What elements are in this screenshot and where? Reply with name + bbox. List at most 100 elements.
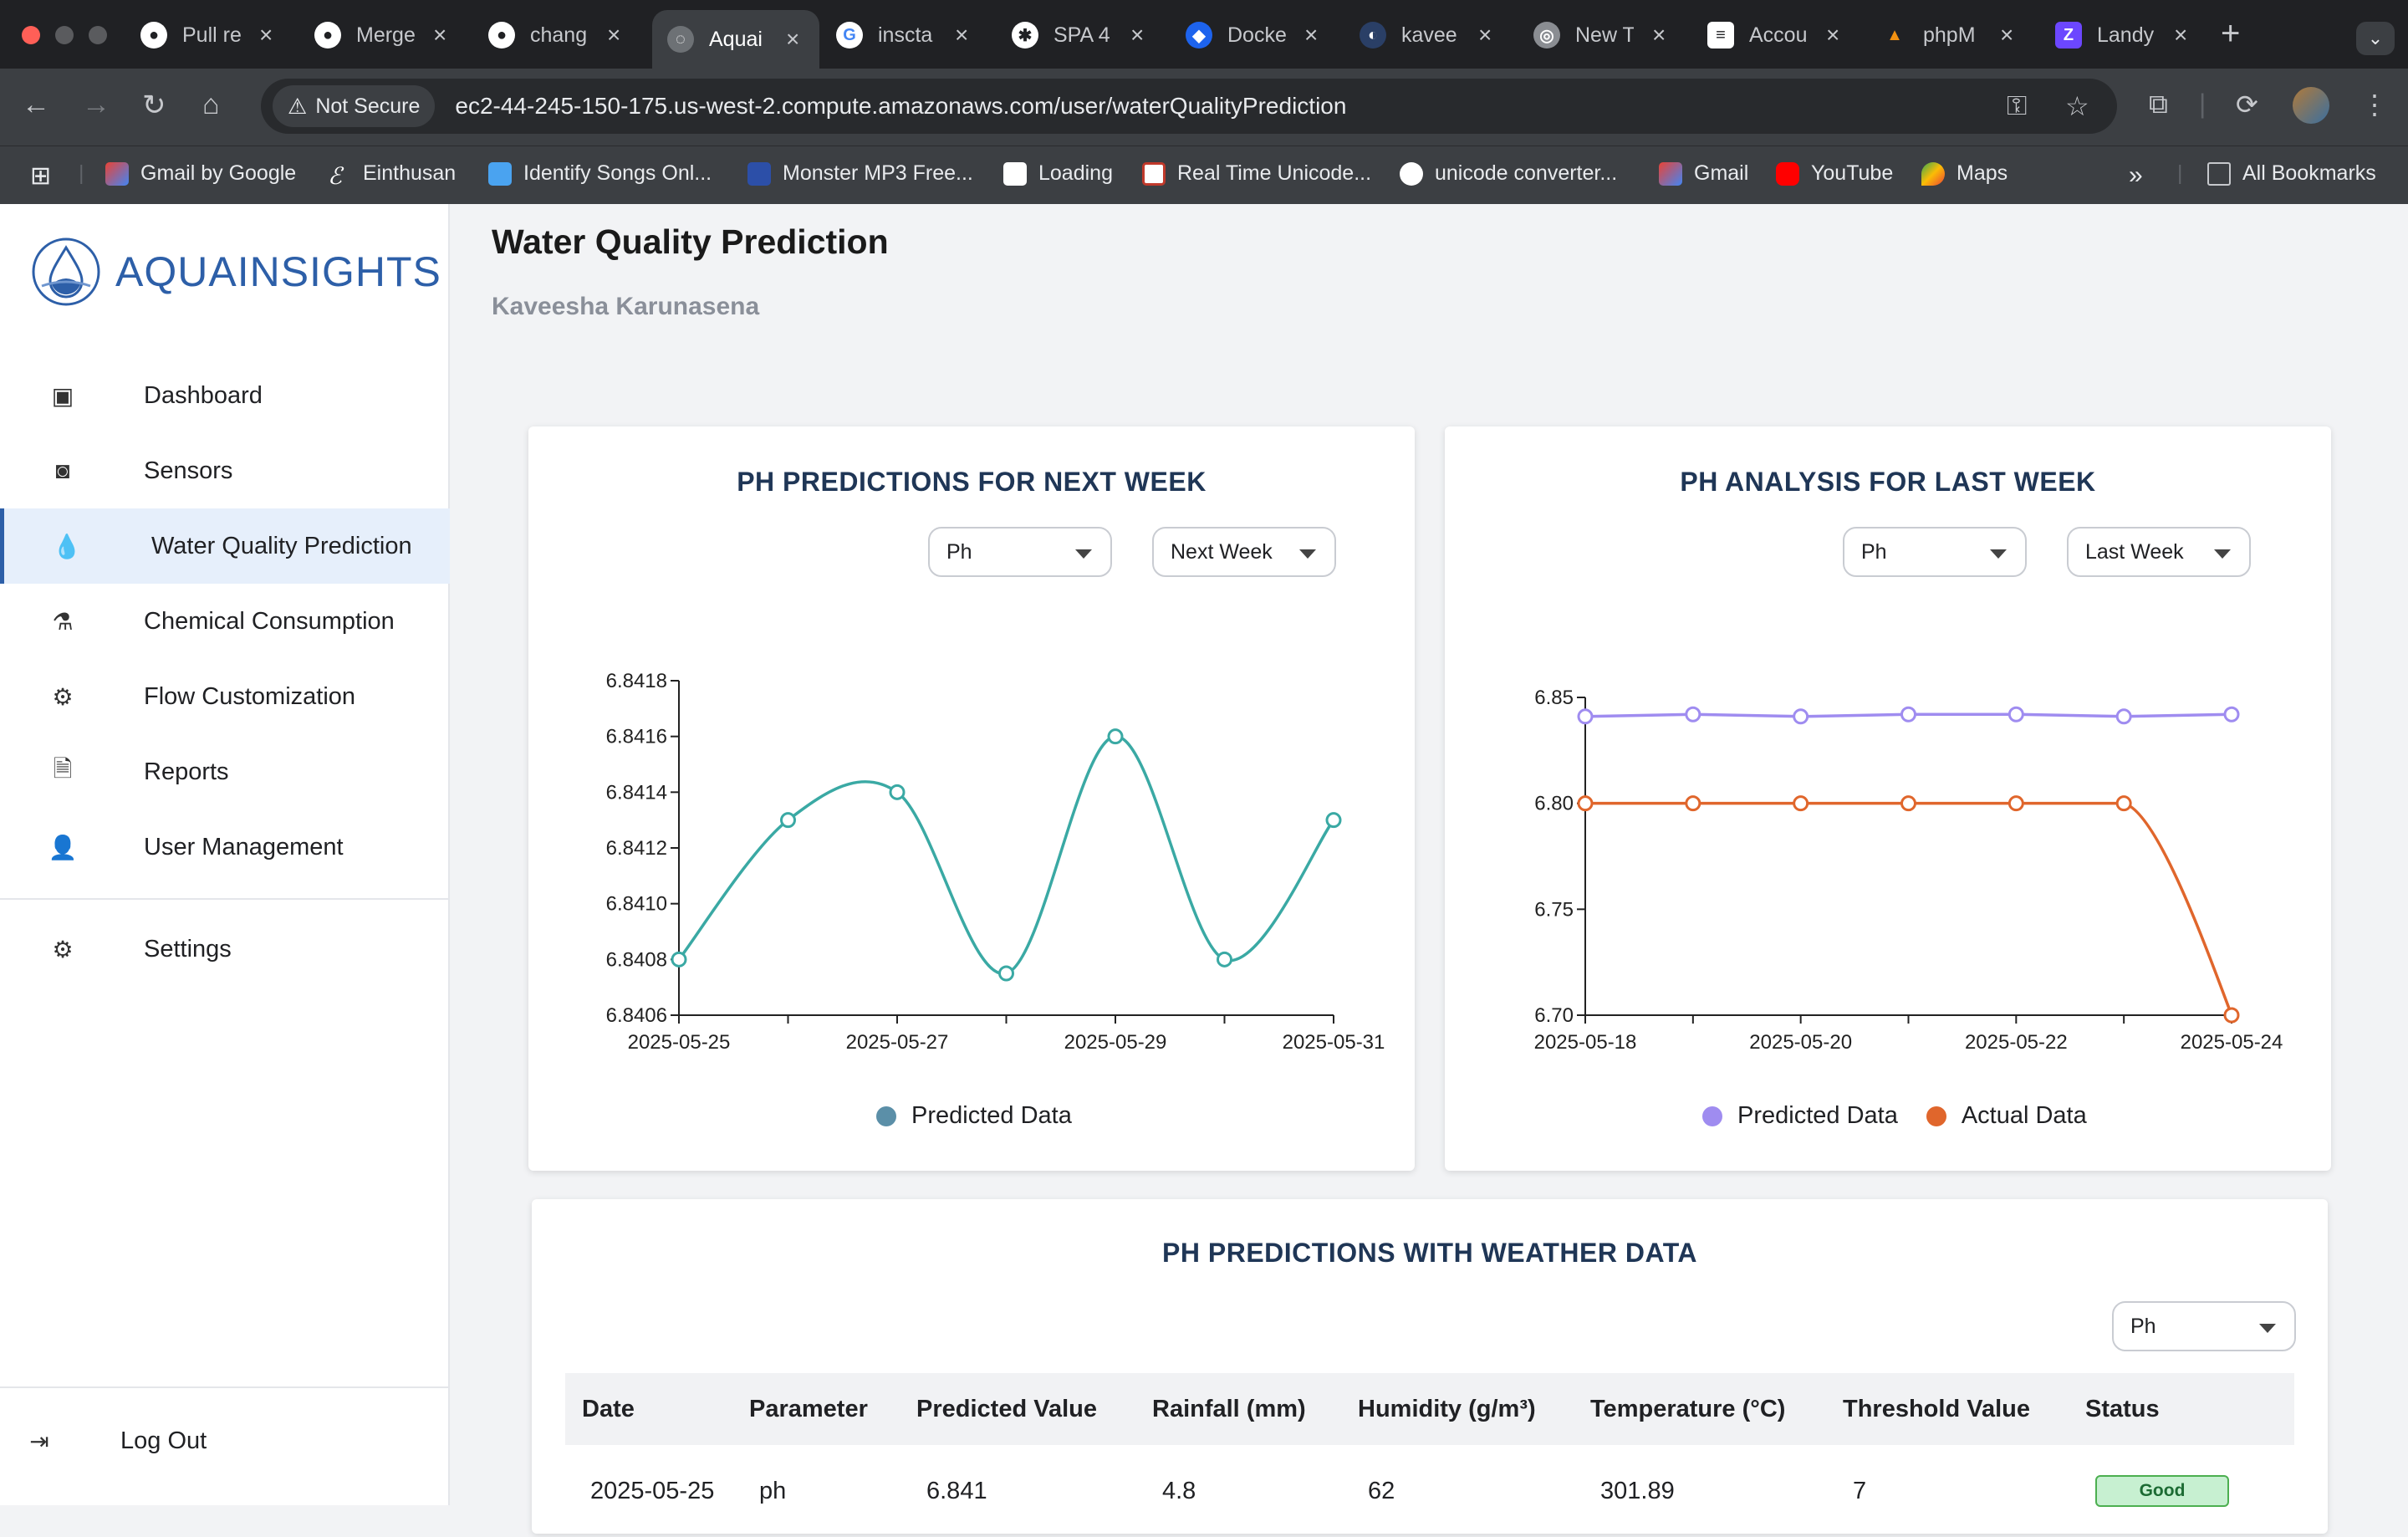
parameter-select[interactable]: Ph bbox=[1843, 527, 2027, 577]
data-point[interactable] bbox=[1900, 706, 1916, 723]
reload-button[interactable]: ↻ bbox=[142, 89, 166, 122]
data-point[interactable] bbox=[1793, 795, 1809, 812]
close-window-button[interactable] bbox=[22, 26, 40, 44]
browser-tab[interactable]: ◎ New T × bbox=[1533, 10, 1684, 60]
bookmark-item[interactable]: Real Time Unicode... bbox=[1142, 161, 1371, 186]
sidebar-item-settings[interactable]: ⚙ Settings bbox=[0, 911, 450, 987]
close-tab-icon[interactable]: × bbox=[2000, 22, 2013, 49]
bookmark-item[interactable]: Gmail bbox=[1659, 161, 1748, 186]
period-select[interactable]: Next Week bbox=[1152, 527, 1336, 577]
legend-item[interactable]: Actual Data bbox=[1926, 1102, 2087, 1130]
bookmark-item[interactable]: Loading bbox=[1003, 161, 1113, 186]
parameter-select[interactable]: Ph bbox=[2112, 1301, 2296, 1351]
data-point[interactable] bbox=[2115, 708, 2132, 725]
legend-item[interactable]: Predicted Data bbox=[876, 1102, 1072, 1130]
data-point[interactable] bbox=[1577, 708, 1594, 725]
tab-search-button[interactable]: ⌄ bbox=[2356, 22, 2395, 55]
maximize-window-button[interactable] bbox=[89, 26, 107, 44]
close-tab-icon[interactable]: × bbox=[1826, 22, 1839, 49]
browser-tab[interactable]: ≡ Accou × bbox=[1707, 10, 1858, 60]
logout-button[interactable]: ⇥ Log Out bbox=[0, 1403, 450, 1478]
data-point[interactable] bbox=[2223, 706, 2240, 723]
column-header[interactable]: Status bbox=[2085, 1373, 2294, 1445]
data-point[interactable] bbox=[1577, 795, 1594, 812]
sidebar-item-dashboard[interactable]: ▣ Dashboard bbox=[0, 358, 450, 433]
bookmark-item[interactable]: Gmail by Google bbox=[105, 161, 296, 186]
close-tab-icon[interactable]: × bbox=[433, 22, 446, 49]
all-bookmarks-button[interactable]: All Bookmarks bbox=[2207, 161, 2376, 186]
data-point[interactable] bbox=[889, 784, 906, 800]
close-tab-icon[interactable]: × bbox=[1652, 22, 1666, 49]
sidebar-item-flow-customization[interactable]: ⚙ Flow Customization bbox=[0, 659, 450, 734]
column-header[interactable]: Temperature (°C) bbox=[1590, 1373, 1843, 1445]
new-tab-button[interactable]: + bbox=[2221, 15, 2240, 53]
browser-tab[interactable]: G inscta × bbox=[836, 10, 987, 60]
browser-tab[interactable]: ● Merge × bbox=[314, 10, 465, 60]
period-select[interactable]: Last Week bbox=[2067, 527, 2251, 577]
close-tab-icon[interactable]: × bbox=[607, 22, 620, 49]
forward-button[interactable]: → bbox=[82, 89, 110, 121]
brand-logo[interactable]: AQUAINSIGHTS bbox=[30, 236, 441, 308]
browser-tab[interactable]: ◐ kavee × bbox=[1360, 10, 1510, 60]
column-header[interactable]: Parameter bbox=[749, 1373, 916, 1445]
data-point[interactable] bbox=[1325, 812, 1342, 829]
bookmark-item[interactable]: Monster MP3 Free... bbox=[747, 161, 973, 186]
sidebar-item-reports[interactable]: 🗎 Reports bbox=[0, 734, 450, 809]
parameter-select[interactable]: Ph bbox=[928, 527, 1112, 577]
bookmark-star-icon[interactable]: ☆ bbox=[2065, 90, 2089, 122]
data-point[interactable] bbox=[2008, 706, 2024, 723]
close-tab-icon[interactable]: × bbox=[1478, 22, 1492, 49]
data-point[interactable] bbox=[2115, 795, 2132, 812]
close-tab-icon[interactable]: × bbox=[259, 22, 273, 49]
browser-tab[interactable]: ✱ SPA 4 × bbox=[1012, 10, 1162, 60]
browser-tab[interactable]: ● chang × bbox=[488, 10, 639, 60]
profile-avatar[interactable] bbox=[2293, 87, 2329, 124]
column-header[interactable]: Rainfall (mm) bbox=[1152, 1373, 1358, 1445]
data-point[interactable] bbox=[1217, 951, 1232, 968]
browser-tab[interactable]: Z Landy × bbox=[2055, 10, 2206, 60]
bookmark-item[interactable]: YouTube bbox=[1776, 161, 1893, 186]
menu-icon[interactable]: ⋮ bbox=[2361, 89, 2388, 120]
column-header[interactable]: Date bbox=[565, 1373, 749, 1445]
data-point[interactable] bbox=[780, 812, 796, 829]
column-header[interactable]: Predicted Value bbox=[916, 1373, 1152, 1445]
data-point[interactable] bbox=[671, 951, 687, 968]
home-button[interactable]: ⌂ bbox=[202, 89, 220, 121]
close-tab-icon[interactable]: × bbox=[786, 26, 799, 53]
data-point[interactable] bbox=[2223, 1007, 2240, 1024]
legend-item[interactable]: Predicted Data bbox=[1702, 1102, 1898, 1130]
extension-icon[interactable]: ⟳ bbox=[2236, 89, 2258, 120]
more-bookmarks-icon[interactable]: » bbox=[2129, 161, 2143, 190]
browser-tab[interactable]: ● Pull re × bbox=[140, 10, 291, 60]
column-header[interactable]: Humidity (g/m³) bbox=[1358, 1373, 1590, 1445]
close-tab-icon[interactable]: × bbox=[1130, 22, 1144, 49]
data-point[interactable] bbox=[1685, 795, 1701, 812]
bookmark-item[interactable]: Maps bbox=[1921, 161, 2008, 186]
sidebar-item-sensors[interactable]: ◙ Sensors bbox=[0, 433, 450, 508]
data-point[interactable] bbox=[1107, 728, 1124, 745]
apps-icon[interactable]: ⊞ bbox=[30, 161, 51, 191]
sidebar-item-chemical-consumption[interactable]: ⚗ Chemical Consumption bbox=[0, 584, 450, 659]
browser-tab-active[interactable]: ◌ Aquai × bbox=[652, 10, 819, 69]
sidebar-item-user-management[interactable]: 👤 User Management bbox=[0, 809, 450, 885]
extensions-icon[interactable]: ⧉ bbox=[2149, 89, 2168, 120]
back-button[interactable]: ← bbox=[22, 89, 50, 121]
not-secure-badge[interactable]: ⚠ Not Secure bbox=[273, 85, 436, 127]
close-tab-icon[interactable]: × bbox=[2174, 22, 2187, 49]
bookmark-item[interactable]: Identify Songs Onl... bbox=[488, 161, 712, 186]
address-bar[interactable]: ⚠ Not Secure ec2-44-245-150-175.us-west-… bbox=[261, 79, 2117, 134]
column-header[interactable]: Threshold Value bbox=[1843, 1373, 2085, 1445]
minimize-window-button[interactable] bbox=[55, 26, 74, 44]
data-point[interactable] bbox=[1793, 708, 1809, 725]
bookmark-item[interactable]: ℰ Einthusan bbox=[328, 161, 456, 190]
browser-tab[interactable]: ◆ Docke × bbox=[1186, 10, 1336, 60]
data-point[interactable] bbox=[1685, 706, 1701, 723]
bookmark-item[interactable]: unicode converter... bbox=[1400, 161, 1617, 186]
close-tab-icon[interactable]: × bbox=[955, 22, 968, 49]
data-point[interactable] bbox=[2008, 795, 2024, 812]
sidebar-item-water-quality-prediction[interactable]: 💧 Water Quality Prediction bbox=[0, 508, 450, 584]
password-key-icon[interactable]: ⚿ bbox=[2007, 90, 2027, 122]
data-point[interactable] bbox=[998, 965, 1014, 982]
data-point[interactable] bbox=[1900, 795, 1916, 812]
browser-tab[interactable]: ▲ phpM × bbox=[1881, 10, 2032, 60]
